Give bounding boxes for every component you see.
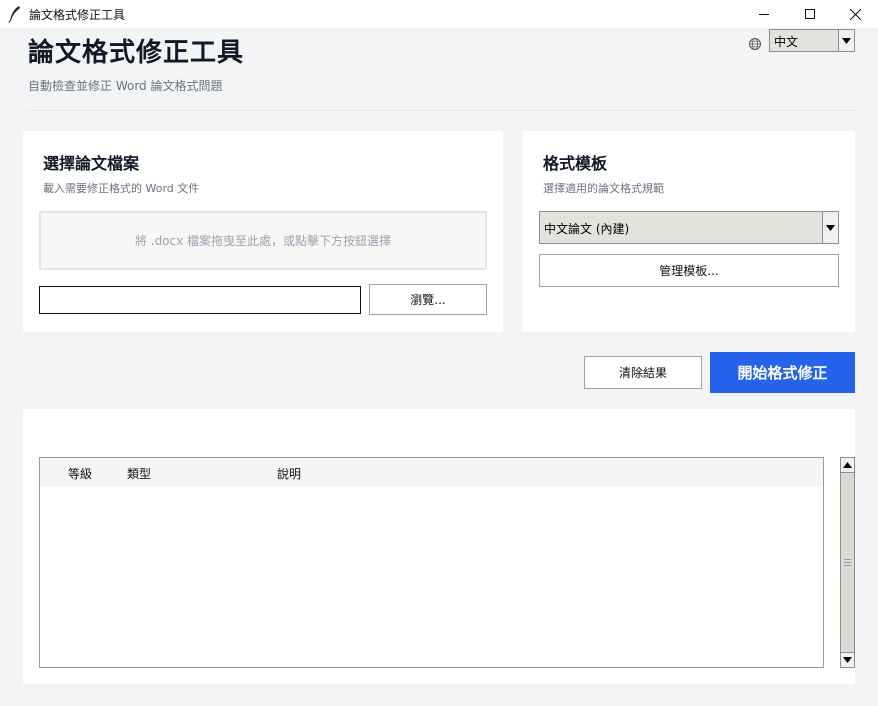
scrollbar-thumb[interactable] [841, 472, 854, 653]
globe-icon [749, 38, 761, 50]
file-card-title: 選擇論文檔案 [43, 154, 140, 173]
quill-icon [8, 6, 20, 23]
file-drop-zone[interactable]: 將 .docx 檔案拖曳至此處，或點擊下方按鈕選擇 [39, 211, 487, 270]
minimize-icon [759, 14, 769, 15]
minimize-button[interactable] [741, 0, 787, 28]
column-header-level[interactable]: 等級 [68, 465, 92, 482]
chevron-down-icon[interactable] [838, 30, 854, 51]
manage-templates-button[interactable]: 管理模板... [539, 254, 839, 287]
language-select[interactable]: 中文 [769, 29, 855, 52]
start-format-fix-button[interactable]: 開始格式修正 [710, 352, 855, 393]
results-table-header: 等級 類型 說明 [40, 458, 823, 486]
clear-results-button[interactable]: 清除結果 [584, 356, 702, 389]
column-header-type[interactable]: 類型 [127, 465, 151, 482]
template-card-description: 選擇適用的論文格式規範 [543, 182, 664, 195]
file-path-input[interactable] [39, 286, 361, 314]
chevron-down-icon[interactable] [822, 212, 838, 243]
template-card-title: 格式模板 [543, 154, 608, 173]
header-divider [28, 110, 856, 111]
page-subtitle: 自動檢查並修正 Word 論文格式問題 [28, 79, 223, 93]
template-select-value: 中文論文 (內建) [544, 222, 630, 236]
close-button[interactable] [832, 0, 878, 28]
page-title: 論文格式修正工具 [28, 38, 245, 68]
language-value: 中文 [774, 35, 799, 49]
browse-button[interactable]: 瀏覽... [369, 284, 487, 315]
scroll-down-arrow-icon[interactable] [841, 653, 854, 667]
window-titlebar: 論文格式修正工具 [0, 0, 878, 28]
maximize-button[interactable] [787, 0, 833, 28]
results-table[interactable]: 等級 類型 說明 [39, 457, 824, 668]
window-title: 論文格式修正工具 [29, 8, 126, 22]
close-icon [849, 8, 861, 20]
maximize-icon [805, 9, 815, 19]
file-card-description: 載入需要修正格式的 Word 文件 [43, 182, 200, 195]
results-scrollbar[interactable] [840, 457, 855, 668]
drop-zone-text: 將 .docx 檔案拖曳至此處，或點擊下方按鈕選擇 [134, 234, 392, 248]
scroll-up-arrow-icon[interactable] [841, 458, 854, 472]
template-select[interactable]: 中文論文 (內建) [539, 211, 839, 244]
column-header-description[interactable]: 說明 [277, 465, 301, 482]
